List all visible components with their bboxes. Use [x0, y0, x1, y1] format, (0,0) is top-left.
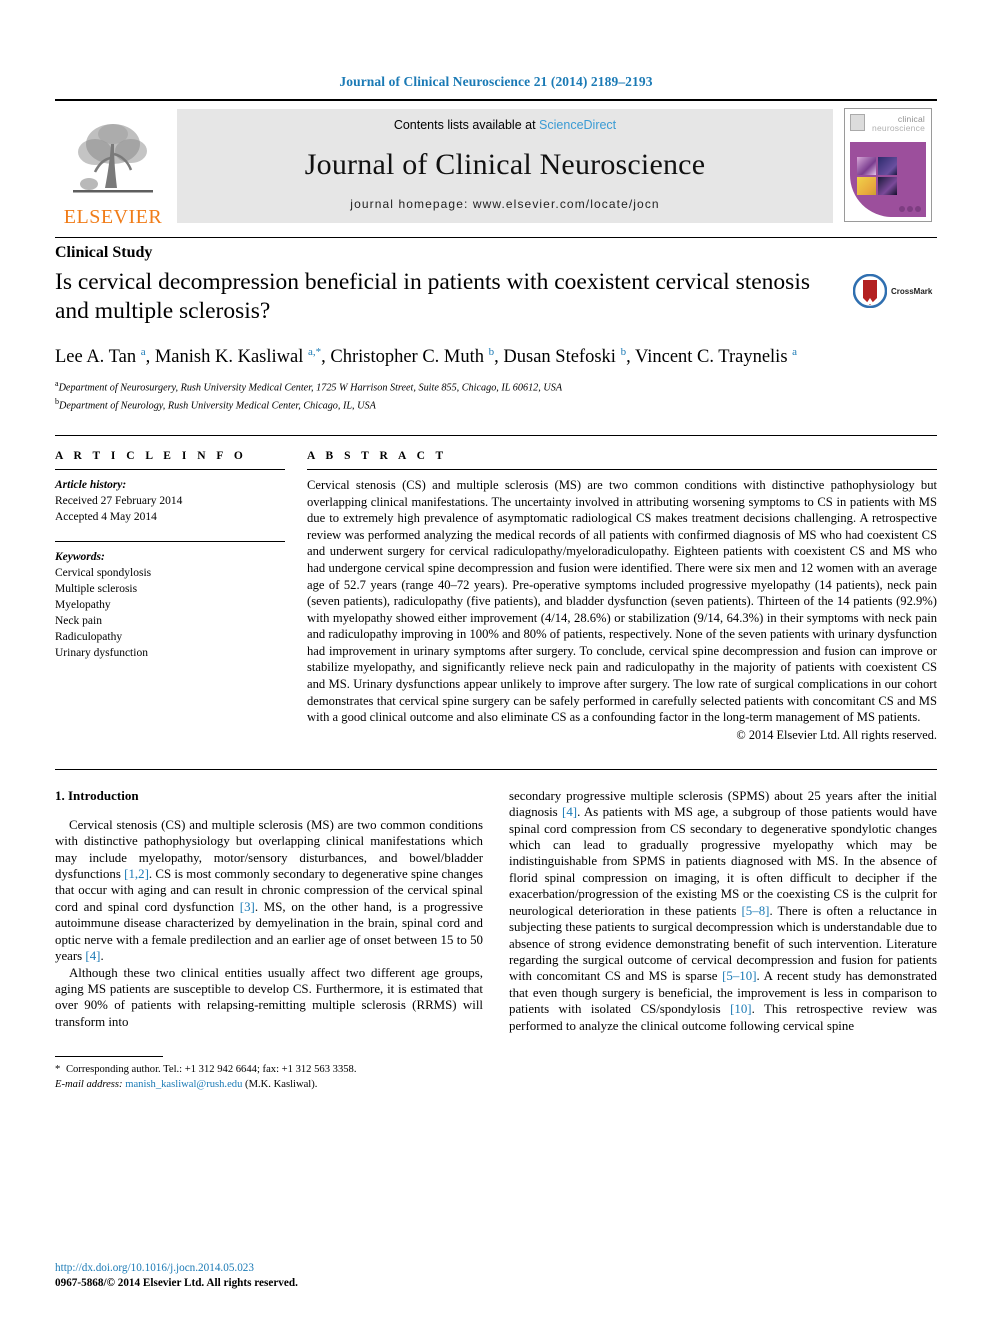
article-info-heading: A R T I C L E I N F O [55, 449, 247, 462]
abstract-text: Cervical stenosis (CS) and multiple scle… [307, 477, 937, 725]
footnote-divider [55, 1056, 163, 1058]
doi-link[interactable]: http://dx.doi.org/10.1016/j.jocn.2014.05… [55, 1261, 298, 1276]
keyword-item: Multiple sclerosis [55, 582, 138, 595]
intro-paragraph-1: Cervical stenosis (CS) and multiple scle… [55, 817, 484, 964]
introduction-heading: 1. Introduction [55, 787, 139, 803]
cover-wordmark: clinical neuroscience [872, 115, 925, 133]
keyword-item: Myelopathy [55, 598, 111, 611]
email-owner: (M.K. Kasliwal). [245, 1079, 318, 1091]
elsevier-logo: ELSEVIER [55, 101, 171, 229]
cover-badge-icon [850, 114, 865, 131]
cover-tile [857, 177, 876, 195]
received-date: Received 27 February 2014 [55, 494, 183, 507]
journal-title: Journal of Clinical Neuroscience [304, 147, 706, 181]
crossmark-badge[interactable]: CrossMark [853, 268, 937, 308]
affiliation-b: bDepartment of Neurology, Rush Universit… [55, 395, 937, 413]
cover-title-line2: neuroscience [872, 123, 925, 133]
cover-artwork [850, 142, 926, 217]
crossmark-label: CrossMark [891, 286, 933, 296]
email-line: E-mail address: manish_kasliwal@rush.edu… [55, 1077, 483, 1092]
intro-paragraph-3: secondary progressive multiple sclerosis… [509, 788, 938, 1033]
cover-image: clinical neuroscience [844, 108, 932, 222]
crossmark-icon [853, 274, 887, 308]
accepted-date: Accepted 4 May 2014 [55, 510, 157, 523]
keyword-item: Neck pain [55, 614, 102, 627]
keyword-item: Urinary dysfunction [55, 646, 148, 659]
keyword-item: Radiculopathy [55, 630, 123, 643]
page-title: Is cervical decompression beneficial in … [55, 269, 811, 324]
abstract-copyright: © 2014 Elsevier Ltd. All rights reserved… [736, 727, 937, 742]
divider [55, 468, 285, 470]
keywords-label: Keywords: [55, 550, 105, 563]
cover-logo-marks [899, 206, 921, 212]
sciencedirect-link[interactable]: ScienceDirect [539, 118, 616, 132]
body-columns: 1. Introduction Cervical stenosis (CS) a… [55, 768, 937, 1092]
info-abstract-section: A R T I C L E I N F O Article history: R… [55, 434, 937, 743]
abstract-heading: A B S T R A C T [307, 449, 448, 462]
elsevier-wordmark: ELSEVIER [63, 206, 163, 228]
title-block: Is cervical decompression beneficial in … [55, 268, 937, 326]
contents-available-line: Contents lists available at ScienceDirec… [394, 118, 616, 132]
affiliations: aDepartment of Neurosurgery, Rush Univer… [55, 377, 937, 413]
corresponding-author-footnote: * Corresponding author. Tel.: +1 312 942… [55, 1050, 483, 1092]
abstract-column: A B S T R A C T Cervical stenosis (CS) a… [307, 450, 937, 743]
running-head: Journal of Clinical Neuroscience 21 (201… [339, 74, 653, 89]
body-column-right: secondary progressive multiple sclerosis… [509, 788, 937, 1092]
divider [55, 540, 285, 542]
cover-tile [878, 177, 897, 195]
keyword-item: Cervical spondylosis [55, 566, 152, 579]
journal-homepage-link[interactable]: journal homepage: www.elsevier.com/locat… [350, 197, 659, 211]
page-footer: http://dx.doi.org/10.1016/j.jocn.2014.05… [55, 1261, 298, 1290]
email-label: E-mail address: [55, 1079, 123, 1091]
affiliation-text: Department of Neurology, Rush University… [59, 400, 376, 412]
journal-masthead: ELSEVIER Contents lists available at Sci… [55, 99, 937, 229]
article-section-label: Clinical Study [55, 237, 937, 262]
email-link[interactable]: manish_kasliwal@rush.edu [125, 1079, 242, 1090]
contents-prefix: Contents lists available at [393, 118, 536, 132]
cover-tiles [857, 157, 897, 195]
article-history-label: Article history: [55, 478, 127, 491]
cover-tile [857, 157, 876, 175]
cover-tile [878, 157, 897, 175]
journal-cover-thumbnail: clinical neuroscience [839, 101, 937, 229]
article-page: Journal of Clinical Neuroscience 21 (201… [0, 0, 992, 1323]
cover-header: clinical neuroscience [850, 114, 926, 140]
masthead-center: Contents lists available at ScienceDirec… [177, 109, 833, 223]
corresponding-author-line: * Corresponding author. Tel.: +1 312 942… [55, 1064, 357, 1076]
intro-paragraph-2: Although these two clinical entities usu… [55, 965, 483, 1029]
author-list: Lee A. Tan a, Manish K. Kasliwal a,*, Ch… [55, 346, 798, 368]
body-column-left: 1. Introduction Cervical stenosis (CS) a… [55, 788, 483, 1092]
issn-copyright-line: 0967-5868/© 2014 Elsevier Ltd. All right… [55, 1276, 298, 1289]
divider [307, 468, 937, 470]
article-info-column: A R T I C L E I N F O Article history: R… [55, 450, 285, 743]
affiliation-a: aDepartment of Neurosurgery, Rush Univer… [55, 377, 937, 395]
affiliation-text: Department of Neurosurgery, Rush Univers… [58, 382, 563, 394]
elsevier-tree-icon [73, 124, 153, 193]
